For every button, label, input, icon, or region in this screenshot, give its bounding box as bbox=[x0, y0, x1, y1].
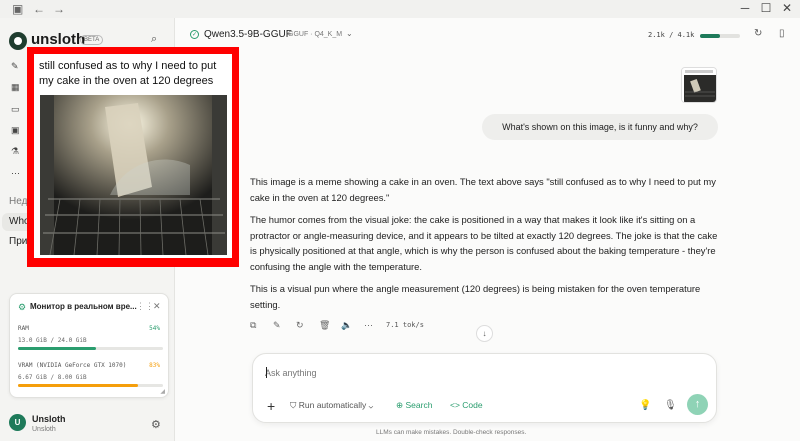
folder-icon[interactable]: ▭ bbox=[11, 104, 21, 114]
edit-icon[interactable]: ✎ bbox=[11, 61, 21, 71]
close-window-button[interactable]: ✕ bbox=[780, 1, 794, 15]
answer-paragraph: This is a visual pun where the angle mea… bbox=[250, 283, 701, 310]
flask-icon[interactable]: ⚗ bbox=[11, 146, 21, 156]
chevron-down-icon[interactable]: ⌄ bbox=[346, 29, 353, 38]
refresh-icon[interactable]: ↻ bbox=[754, 28, 762, 39]
search-icon[interactable]: ⌕ bbox=[151, 33, 157, 46]
meme-image-overlay: still confused as to why I need to put m… bbox=[27, 47, 239, 267]
scroll-down-button[interactable]: ↓ bbox=[476, 325, 493, 342]
context-usage-fill bbox=[700, 34, 721, 38]
microphone-icon[interactable]: 🎙 bbox=[664, 400, 677, 411]
vram-usage-fill bbox=[18, 384, 139, 387]
title-bar: ▣ ← → ─ ☐ ✕ bbox=[0, 0, 800, 18]
back-arrow-icon[interactable]: ← bbox=[33, 2, 45, 16]
more-options-icon[interactable]: ⋯ bbox=[364, 320, 373, 331]
monitor-chip-icon: ⚙ bbox=[18, 302, 27, 312]
delete-icon[interactable]: 🗑 bbox=[319, 320, 330, 331]
ram-label: RAM bbox=[18, 325, 29, 332]
drag-handle-icon[interactable]: ⋮⋮ bbox=[136, 301, 154, 312]
run-mode-label: Run automatically bbox=[298, 400, 367, 410]
image-icon[interactable]: ▣ bbox=[11, 125, 21, 135]
resource-monitor-panel: ⚙ Монитор в реальном вре... ⋮⋮ ✕ RAM 54%… bbox=[9, 293, 169, 398]
context-usage-bar bbox=[700, 34, 740, 38]
attach-plus-icon[interactable]: + bbox=[267, 398, 275, 414]
settings-gear-icon[interactable]: ⚙ bbox=[151, 418, 161, 431]
text-caret bbox=[266, 367, 267, 378]
search-label: Search bbox=[405, 400, 433, 410]
cake-in-oven-photo bbox=[40, 95, 227, 255]
meme-card: still confused as to why I need to put m… bbox=[34, 54, 232, 258]
sidebar-toggle-icon[interactable]: ▣ bbox=[12, 2, 23, 16]
attached-image-thumbnail[interactable] bbox=[681, 67, 717, 103]
ram-value: 13.0 GiB / 24.0 GiB bbox=[18, 337, 87, 344]
message-composer: + ⛉ Run automatically ⌄ ⊕ Search <> Code… bbox=[252, 353, 717, 423]
vram-label: VRAM (NVIDIA GeForce GTX 1070) bbox=[18, 362, 127, 369]
search-toggle[interactable]: ⊕ Search bbox=[396, 400, 432, 411]
run-mode-dropdown[interactable]: ⛉ Run automatically ⌄ bbox=[290, 400, 373, 411]
app-window: ▣ ← → ─ ☐ ✕ unsloth BETA ⌕ ✎ ▦ ▭ ▣ ⚗ ⋯ Н… bbox=[0, 0, 800, 441]
code-toggle[interactable]: <> Code bbox=[450, 400, 483, 410]
send-button[interactable]: ↑ bbox=[687, 394, 708, 415]
regenerate-icon[interactable]: ↻ bbox=[296, 320, 304, 331]
disclaimer-text: LLMs can make mistakes. Double-check res… bbox=[376, 429, 527, 436]
resize-handle-icon[interactable]: ◢ bbox=[160, 388, 165, 395]
shield-icon: ⛉ bbox=[290, 400, 299, 410]
meme-caption: still confused as to why I need to put m… bbox=[39, 60, 217, 87]
model-selector[interactable]: Qwen3.5-9B-GGUF bbox=[204, 29, 292, 40]
recent-section-label: Нед bbox=[9, 196, 28, 207]
lightbulb-icon[interactable]: 💡 bbox=[639, 400, 651, 411]
model-loaded-check-icon: ✓ bbox=[190, 30, 199, 39]
speaker-icon[interactable]: 🔈 bbox=[341, 320, 352, 331]
user-message-bubble: What's shown on this image, is it funny … bbox=[482, 114, 718, 140]
assistant-message: This image is a meme showing a cake in a… bbox=[250, 174, 720, 319]
close-icon[interactable]: ✕ bbox=[153, 301, 161, 312]
answer-paragraph: The humor comes from the visual joke: th… bbox=[250, 214, 718, 272]
code-brackets-icon: <> bbox=[450, 400, 463, 410]
avatar[interactable]: U bbox=[9, 414, 26, 431]
chat-header: ✓ Qwen3.5-9B-GGUF GGUF · Q4_K_M ⌄ 2.1k /… bbox=[176, 18, 800, 50]
forward-arrow-icon[interactable]: → bbox=[53, 2, 65, 16]
message-input[interactable] bbox=[265, 366, 685, 380]
minimize-button[interactable]: ─ bbox=[738, 1, 752, 15]
ram-percent: 54% bbox=[149, 325, 160, 332]
grid-icon[interactable]: ▦ bbox=[11, 82, 21, 92]
brand-name: unsloth bbox=[31, 31, 86, 48]
ram-usage-bar bbox=[18, 347, 163, 350]
panel-toggle-icon[interactable]: ▯ bbox=[779, 28, 785, 39]
vram-usage-bar bbox=[18, 384, 163, 387]
context-usage-text: 2.1k / 4.1k bbox=[648, 31, 695, 39]
generation-speed: 7.1 tok/s bbox=[386, 321, 424, 329]
vram-value: 6.67 GiB / 8.00 GiB bbox=[18, 374, 87, 381]
chevron-down-icon: ⌄ bbox=[366, 400, 374, 410]
unsloth-logo-icon bbox=[9, 32, 27, 50]
more-icon[interactable]: ⋯ bbox=[11, 168, 21, 178]
beta-badge: BETA bbox=[80, 35, 104, 45]
edit-icon[interactable]: ✎ bbox=[273, 320, 281, 331]
user-name: Unsloth bbox=[32, 414, 66, 424]
user-subtitle: Unsloth bbox=[32, 426, 56, 433]
vram-percent: 83% bbox=[149, 362, 160, 369]
model-quant-meta: GGUF · Q4_K_M bbox=[288, 31, 343, 38]
monitor-title: Монитор в реальном вре... bbox=[30, 302, 137, 311]
code-label: Code bbox=[462, 400, 483, 410]
answer-paragraph: This image is a meme showing a cake in a… bbox=[250, 176, 716, 203]
ram-usage-fill bbox=[18, 347, 97, 350]
copy-icon[interactable]: ⧉ bbox=[250, 320, 256, 331]
maximize-button[interactable]: ☐ bbox=[759, 1, 773, 15]
